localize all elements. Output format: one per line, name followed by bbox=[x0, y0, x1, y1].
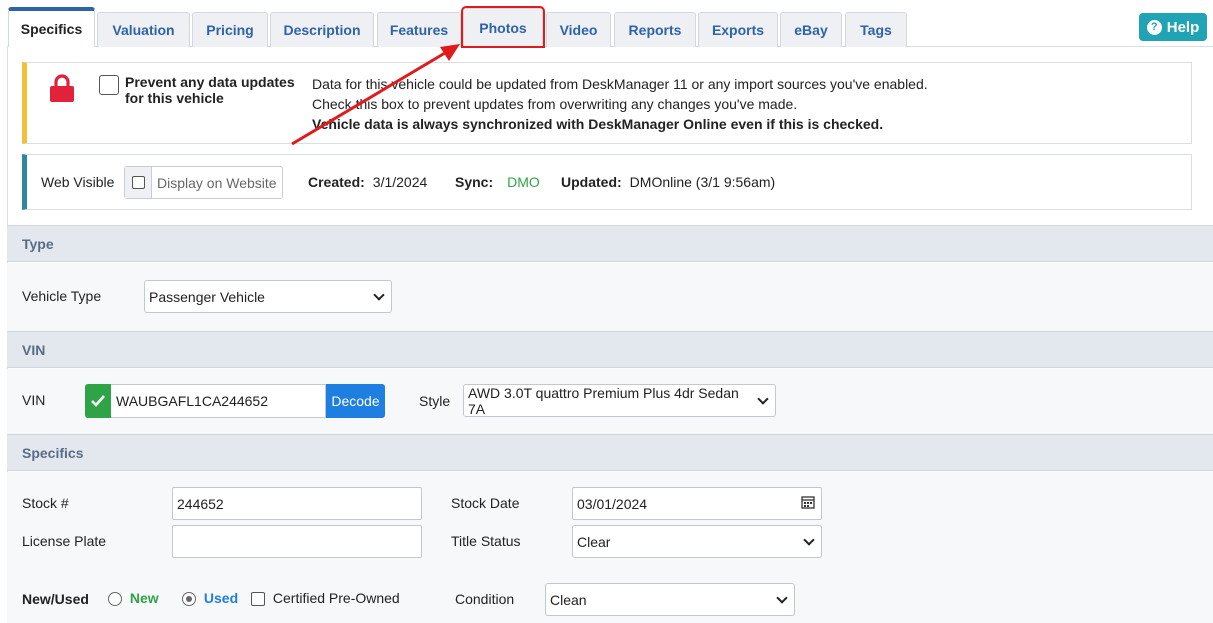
certified-pre-owned-option[interactable]: Certified Pre-Owned bbox=[251, 590, 400, 607]
title-status-label: Title Status bbox=[451, 533, 521, 549]
new-radio[interactable] bbox=[108, 592, 122, 607]
lock-notice-line1: Data for this vehicle could be updated f… bbox=[312, 76, 928, 92]
tab-description[interactable]: Description bbox=[270, 12, 374, 47]
condition-label: Condition bbox=[455, 591, 515, 607]
prevent-updates-checkbox[interactable] bbox=[99, 75, 119, 95]
updated-info: Updated: DMOnline (3/1 9:56am) bbox=[561, 174, 775, 190]
style-select[interactable]: AWD 3.0T quattro Premium Plus 4dr Sedan … bbox=[463, 384, 776, 417]
stock-number-label: Stock # bbox=[22, 495, 69, 511]
tab-features[interactable]: Features bbox=[377, 12, 461, 47]
lock-notice-line3: Vehicle data is always synchronized with… bbox=[312, 116, 884, 132]
created-label: Created: bbox=[308, 174, 365, 190]
certified-pre-owned-label: Certified Pre-Owned bbox=[272, 590, 400, 606]
vin-section-header: VIN bbox=[7, 331, 1213, 368]
chevron-down-icon bbox=[776, 591, 788, 604]
condition-value: Clean bbox=[550, 591, 587, 608]
updated-value: DMOnline (3/1 9:56am) bbox=[629, 174, 776, 190]
tab-ebay[interactable]: eBay bbox=[780, 12, 842, 47]
tab-video[interactable]: Video bbox=[546, 12, 611, 47]
new-radio-option[interactable]: New bbox=[108, 590, 159, 607]
sync-value: DMO bbox=[507, 174, 540, 190]
lock-icon bbox=[49, 73, 75, 106]
help-label: Help bbox=[1166, 18, 1200, 36]
vehicle-type-value: Passenger Vehicle bbox=[149, 288, 265, 305]
used-radio-option[interactable]: Used bbox=[182, 590, 239, 607]
tab-pricing[interactable]: Pricing bbox=[192, 12, 268, 47]
style-label: Style bbox=[419, 393, 451, 409]
used-radio-label: Used bbox=[203, 590, 239, 606]
check-icon bbox=[85, 384, 111, 418]
used-radio[interactable] bbox=[182, 592, 196, 607]
stock-date-value: 03/01/2024 bbox=[577, 495, 648, 512]
title-status-select[interactable]: Clear bbox=[572, 525, 822, 558]
stock-date-label: Stock Date bbox=[451, 495, 520, 511]
chevron-down-icon bbox=[373, 288, 385, 301]
tab-bar: Specifics Valuation Pricing Description … bbox=[0, 0, 1213, 48]
vin-label: VIN bbox=[22, 392, 46, 408]
sync-info: Sync: DMO bbox=[455, 174, 540, 190]
tab-valuation[interactable]: Valuation bbox=[97, 12, 190, 47]
vin-input-group: WAUBGAFL1CA244652 Decode bbox=[85, 384, 385, 418]
created-info: Created: 3/1/2024 bbox=[308, 174, 427, 190]
decode-button[interactable]: Decode bbox=[326, 384, 385, 418]
lock-notice-text: Data for this vehicle could be updated f… bbox=[312, 74, 928, 134]
vehicle-type-label: Vehicle Type bbox=[22, 288, 102, 304]
tab-tags[interactable]: Tags bbox=[845, 12, 907, 47]
tab-reports[interactable]: Reports bbox=[614, 12, 696, 47]
license-plate-input[interactable] bbox=[172, 525, 422, 558]
title-status-value: Clear bbox=[577, 533, 611, 550]
vin-input[interactable]: WAUBGAFL1CA244652 bbox=[111, 384, 326, 418]
new-used-label: New/Used bbox=[22, 591, 89, 607]
license-plate-label: License Plate bbox=[22, 533, 107, 549]
tab-exports[interactable]: Exports bbox=[698, 12, 778, 47]
vehicle-type-select[interactable]: Passenger Vehicle bbox=[144, 280, 392, 313]
lock-notice: Prevent any data updates for this vehicl… bbox=[22, 62, 1192, 144]
new-radio-label: New bbox=[129, 590, 159, 606]
help-button[interactable]: ? Help bbox=[1139, 13, 1207, 41]
updated-label: Updated: bbox=[561, 174, 622, 190]
web-visible-bar: Web Visible Display on Website Created: 3… bbox=[22, 154, 1192, 210]
calendar-icon[interactable] bbox=[801, 495, 815, 512]
condition-select[interactable]: Clean bbox=[545, 583, 795, 616]
question-circle-icon: ? bbox=[1146, 19, 1162, 35]
lock-notice-line2: Check this box to prevent updates from o… bbox=[312, 96, 798, 112]
created-value: 3/1/2024 bbox=[372, 174, 428, 190]
stock-date-input[interactable]: 03/01/2024 bbox=[572, 487, 822, 520]
chevron-down-icon bbox=[757, 392, 769, 405]
tab-specifics[interactable]: Specifics bbox=[8, 7, 95, 47]
specifics-section-header: Specifics bbox=[7, 434, 1213, 471]
stock-number-input[interactable]: 244652 bbox=[172, 487, 422, 520]
chevron-down-icon bbox=[803, 533, 815, 546]
display-on-website-checkbox[interactable] bbox=[125, 167, 152, 198]
type-section-header: Type bbox=[7, 225, 1213, 262]
certified-pre-owned-checkbox[interactable] bbox=[251, 592, 265, 607]
style-value: AWD 3.0T quattro Premium Plus 4dr Sedan … bbox=[468, 384, 739, 417]
prevent-updates-label: Prevent any data updates for this vehicl… bbox=[125, 74, 295, 106]
tab-photos[interactable]: Photos bbox=[461, 6, 545, 48]
web-visible-label: Web Visible bbox=[41, 174, 115, 190]
sync-label: Sync: bbox=[455, 174, 494, 190]
display-on-website-toggle[interactable]: Display on Website bbox=[124, 166, 283, 199]
display-on-website-label: Display on Website bbox=[157, 174, 277, 191]
